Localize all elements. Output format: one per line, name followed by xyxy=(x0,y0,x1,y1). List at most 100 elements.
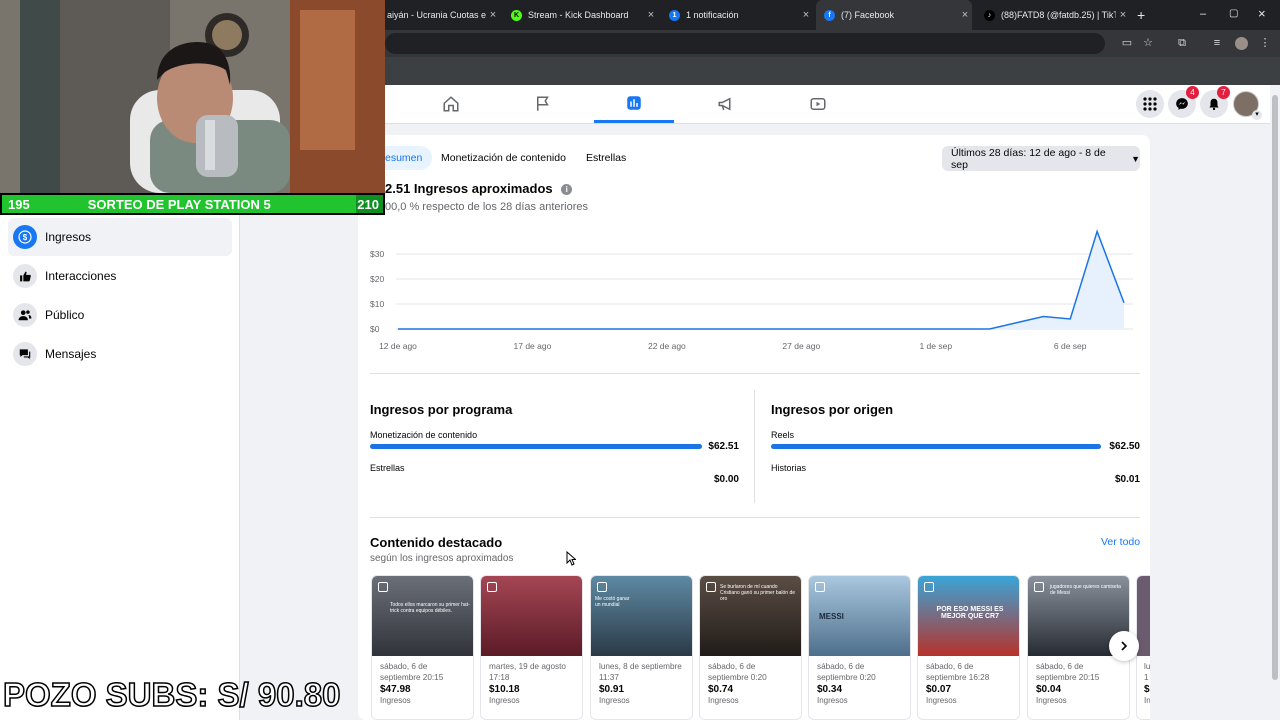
home-tab[interactable] xyxy=(411,85,491,123)
total-earnings-heading: 2.51 Ingresos aproximados i xyxy=(385,181,573,196)
content-card[interactable]: POR ESO MESSI ES MEJOR QUE CR7 sábado, 6… xyxy=(917,575,1020,720)
chart-area xyxy=(398,231,1124,329)
sidebar-item-ingresos[interactable]: $ Ingresos xyxy=(8,218,232,256)
content-label: Ingresos xyxy=(1036,696,1067,705)
maximize-button[interactable]: ▢ xyxy=(1229,8,1238,19)
content-thumbnail: POR ESO MESSI ES MEJOR QUE CR7 xyxy=(918,576,1019,656)
flag-icon xyxy=(537,96,549,111)
content-card[interactable]: Me costó ganar un mundial lunes, 8 de se… xyxy=(590,575,693,720)
content-card[interactable]: MESSI sábado, 6 de septiembre 0:20 $0.34… xyxy=(808,575,911,720)
content-amount: $0.04 xyxy=(1036,684,1062,695)
content-amount: $10.18 xyxy=(489,684,520,695)
reel-icon xyxy=(487,582,497,592)
content-amount: $0.34 xyxy=(817,684,843,695)
cast-icon[interactable]: ▭ xyxy=(1120,36,1134,50)
sidebar-item-label: Interacciones xyxy=(45,269,117,283)
content-amount: $( xyxy=(1144,684,1150,695)
content-card[interactable]: martes, 19 de agosto 17:18 $10.18 Ingres… xyxy=(480,575,583,720)
destacado-subtitle: según los ingresos aproximados xyxy=(370,553,514,564)
thumbnail-caption: Me costó ganar un mundial xyxy=(595,596,630,608)
sidebar-item-interacciones[interactable]: Interacciones xyxy=(8,257,232,295)
browser-tab[interactable]: 1 1 notificación × xyxy=(661,0,813,30)
bookmark-star-icon[interactable]: ☆ xyxy=(1141,36,1155,50)
close-icon[interactable]: × xyxy=(486,9,500,21)
origen-row-value: $62.50 xyxy=(1109,441,1140,452)
content-card[interactable]: Se burlaron de mí cuando Cristiano ganó … xyxy=(699,575,802,720)
reel-icon xyxy=(706,582,716,592)
menu-dots-icon[interactable]: ⋮ xyxy=(1258,36,1272,50)
sidebar-item-mensajes[interactable]: Mensajes xyxy=(8,335,232,373)
messenger-icon xyxy=(1176,98,1188,110)
apps-menu-button[interactable] xyxy=(1136,90,1164,118)
video-icon xyxy=(810,98,826,110)
address-bar[interactable] xyxy=(385,33,1105,54)
content-date: lunes, 8 de septiembre 11:37 xyxy=(599,662,682,682)
close-icon[interactable]: × xyxy=(644,9,658,21)
earnings-change: 00,0 % respecto de los 28 días anteriore… xyxy=(385,201,589,213)
content-date: sábado, 6 de septiembre 0:20 xyxy=(817,662,876,682)
content-card[interactable]: Todos ellos marcaron su primer hat-trick… xyxy=(371,575,474,720)
reading-list-icon[interactable]: ≡ xyxy=(1210,36,1224,50)
ads-tab[interactable] xyxy=(686,85,766,123)
minimize-button[interactable]: – xyxy=(1200,8,1206,20)
date-range-dropdown[interactable]: Últimos 28 días: 12 de ago - 8 de sep ▼ xyxy=(942,146,1140,171)
divider xyxy=(370,373,1140,374)
svg-text:$: $ xyxy=(23,233,28,242)
sidebar-item-publico[interactable]: Público xyxy=(8,296,232,334)
insights-tab[interactable] xyxy=(594,85,674,123)
extensions-icon[interactable]: ⧉ xyxy=(1175,36,1189,50)
programa-row-bar xyxy=(370,444,702,449)
content-label: Ingresos xyxy=(708,696,739,705)
programa-row-value: $0.00 xyxy=(713,474,739,485)
content-label: Ingresos xyxy=(817,696,848,705)
tab-estrellas[interactable]: Estrellas xyxy=(576,146,636,170)
chart-series-line xyxy=(398,229,1125,330)
new-tab-button[interactable]: + xyxy=(1137,7,1145,23)
browser-tab[interactable]: ♪ (88)FATD8 (@fatdb.25) | TikTok × xyxy=(976,0,1130,30)
bell-icon xyxy=(1209,98,1219,111)
thumbnail-caption: Se burlaron de mí cuando Cristiano ganó … xyxy=(720,584,796,602)
messenger-badge: 4 xyxy=(1186,86,1199,99)
close-icon[interactable]: × xyxy=(1116,9,1130,21)
chevron-down-icon[interactable]: ▾ xyxy=(1252,110,1262,120)
content-amount: $47.98 xyxy=(380,684,411,695)
thumbnail-caption: Todos ellos marcaron su primer hat-trick… xyxy=(390,602,470,614)
raffle-left-count: 195 xyxy=(8,196,30,212)
destacado-title: Contenido destacado xyxy=(370,535,503,550)
close-icon[interactable]: × xyxy=(958,9,972,21)
chevron-right-icon xyxy=(1121,641,1128,651)
content-thumbnail xyxy=(481,576,582,656)
raffle-title: SORTEO DE PLAY STATION 5 xyxy=(87,196,271,212)
profile-avatar[interactable] xyxy=(1235,37,1248,50)
tab-monetizacion[interactable]: Monetización de contenido xyxy=(431,146,576,170)
browser-tab-active[interactable]: f (7) Facebook × xyxy=(816,0,972,30)
y-tick-label: $20 xyxy=(370,274,384,284)
webcam-feed xyxy=(0,0,385,193)
tab-title: 1 notificación xyxy=(686,10,739,20)
carousel-next-button[interactable] xyxy=(1109,631,1139,661)
reel-icon xyxy=(815,582,825,592)
scrollbar-thumb[interactable] xyxy=(1272,95,1278,680)
see-all-link[interactable]: Ver todo xyxy=(1101,536,1140,548)
content-date: sábado, 6 de septiembre 20:15 xyxy=(1036,662,1100,682)
browser-tab[interactable]: K Stream - Kick Dashboard × xyxy=(503,0,658,30)
browser-tab[interactable]: aiyán - Ucrania Cuotas en × xyxy=(385,0,500,30)
content-date: martes, 19 de agosto 17:18 xyxy=(489,662,566,682)
origen-row-label: Reels xyxy=(771,430,795,440)
programa-row-value: $62.51 xyxy=(708,441,739,452)
content-thumbnail: Se burlaron de mí cuando Cristiano ganó … xyxy=(700,576,801,656)
pages-tab[interactable] xyxy=(503,85,583,123)
video-tab[interactable] xyxy=(778,85,858,123)
close-icon[interactable]: × xyxy=(799,9,813,21)
thumbnail-caption: MESSI xyxy=(819,612,844,621)
x-tick-label: 27 de ago xyxy=(782,341,820,351)
x-tick-label: 22 de ago xyxy=(648,341,686,351)
info-icon[interactable]: i xyxy=(561,184,573,195)
content-label: Ingresos xyxy=(489,696,520,705)
programa-row-label: Estrellas xyxy=(370,463,405,473)
total-earnings-value: 2.51 Ingresos aproximados xyxy=(385,181,553,196)
content-thumbnail: MESSI xyxy=(809,576,910,656)
tab-title: (7) Facebook xyxy=(841,10,895,20)
window-close-button[interactable]: × xyxy=(1258,6,1266,21)
y-tick-label: $0 xyxy=(370,324,380,334)
